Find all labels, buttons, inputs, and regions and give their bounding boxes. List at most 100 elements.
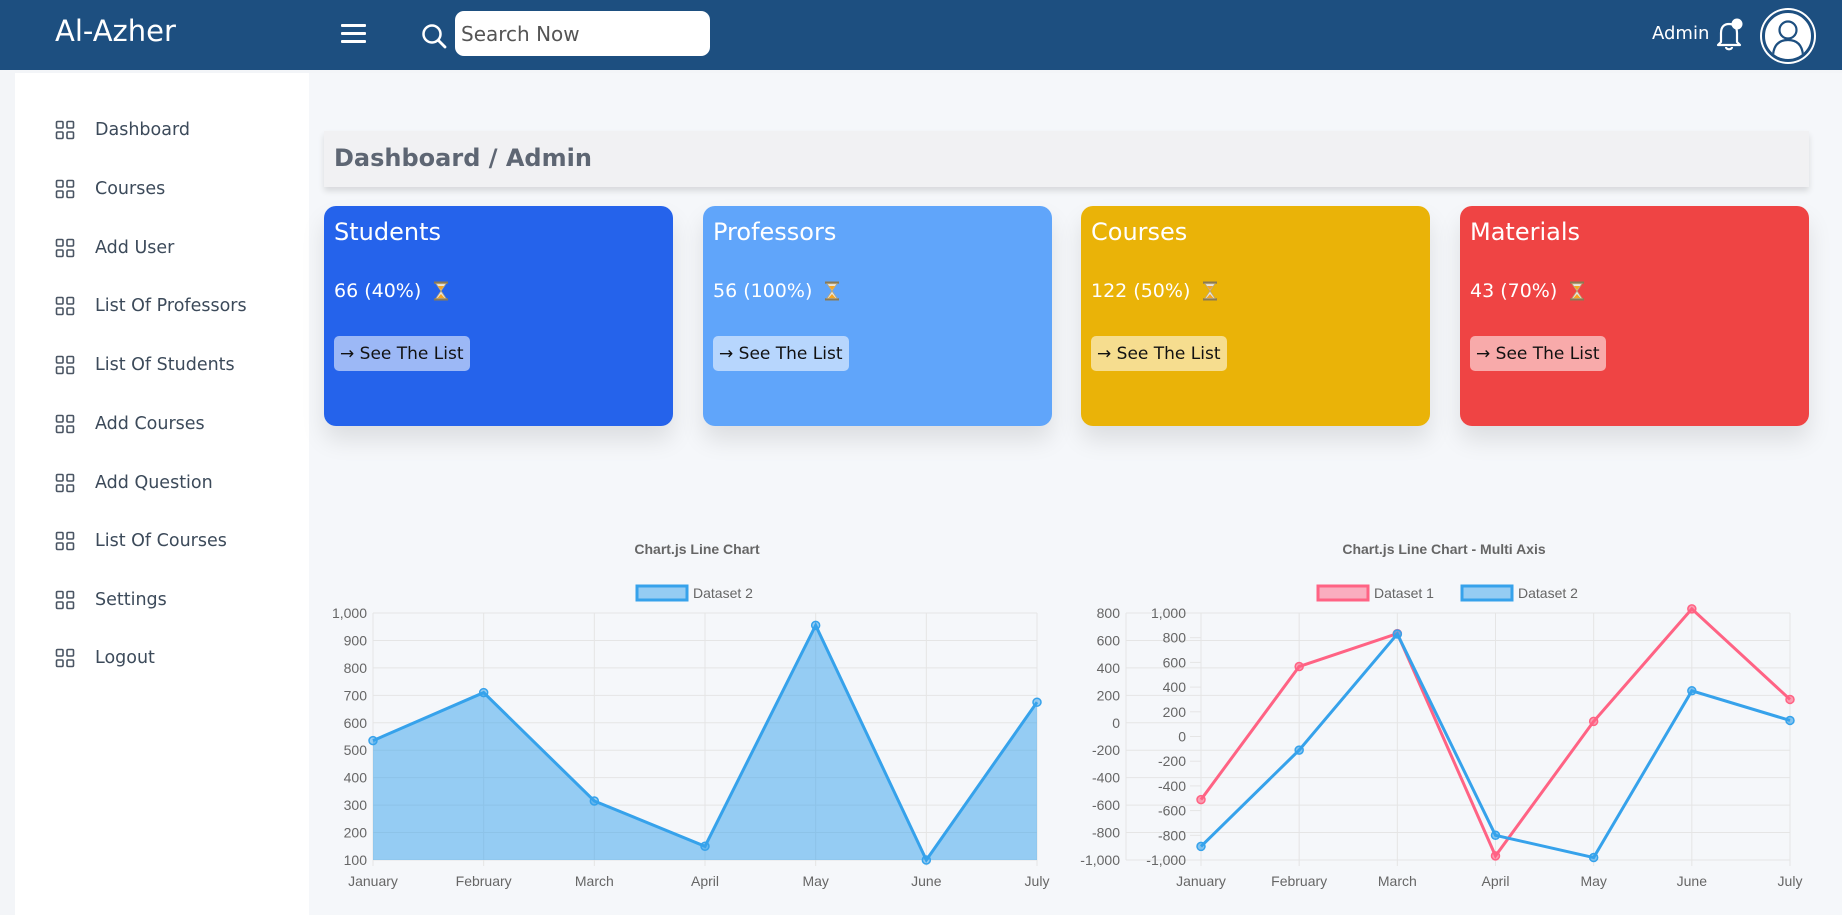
y-right-tick-label: 400 [1163, 679, 1187, 695]
y-tick-label: 1,000 [332, 605, 367, 621]
data-point[interactable] [921, 855, 932, 865]
see-list-button[interactable]: → See The List [1470, 336, 1606, 371]
sidebar-item-label: Logout [95, 648, 155, 668]
page-title: Dashboard / Admin [334, 144, 592, 172]
x-tick-label: July [1025, 873, 1050, 889]
sidebar-item-label: List Of Courses [95, 531, 227, 551]
data-point[interactable] [589, 796, 600, 806]
y-right-tick-label: 0 [1178, 729, 1186, 745]
sidebar-item-label: Courses [95, 179, 166, 199]
chart-title: Chart.js Line Chart - Multi Axis [1342, 541, 1545, 557]
x-tick-label: January [1176, 873, 1226, 889]
sidebar-item-logout[interactable]: Logout [55, 643, 155, 673]
data-point[interactable] [1490, 830, 1501, 841]
brand-logo[interactable]: Al-Azher [55, 14, 176, 48]
sidebar-item-list-of-students[interactable]: List Of Students [55, 350, 235, 380]
grid-icon [55, 355, 75, 375]
sidebar-item-list-of-professors[interactable]: List Of Professors [55, 291, 247, 321]
data-point[interactable] [1588, 852, 1599, 863]
data-point[interactable] [1294, 661, 1304, 672]
legend-label: Dataset 1 [1374, 585, 1434, 601]
data-point[interactable] [1588, 716, 1599, 727]
sidebar-item-add-question[interactable]: Add Question [55, 468, 213, 498]
hourglass-icon [1203, 281, 1218, 301]
card-value: 122 (50%) [1091, 280, 1218, 302]
sidebar-item-dashboard[interactable]: Dashboard [55, 115, 190, 145]
y-right-tick-label: -400 [1158, 778, 1186, 794]
card-value: 66 (40%) [334, 280, 449, 302]
card-value-text: 122 (50%) [1091, 280, 1191, 302]
data-point[interactable] [1490, 851, 1501, 861]
legend-swatch[interactable] [635, 584, 689, 602]
search-icon[interactable] [420, 22, 448, 50]
y-left-tick-label: 800 [1097, 605, 1121, 621]
card-title: Materials [1470, 218, 1581, 246]
sidebar-item-label: List Of Students [95, 355, 235, 375]
sidebar-item-settings[interactable]: Settings [55, 585, 167, 615]
see-list-button[interactable]: → See The List [713, 336, 849, 371]
x-tick-label: April [1481, 873, 1509, 889]
search-input[interactable] [455, 11, 710, 56]
data-point[interactable] [1785, 694, 1795, 705]
sidebar-item-add-user[interactable]: Add User [55, 233, 174, 263]
see-list-button[interactable]: → See The List [1091, 336, 1227, 371]
data-point[interactable] [810, 620, 821, 631]
card-title: Professors [713, 218, 837, 246]
y-right-tick-label: -800 [1158, 827, 1186, 843]
x-tick-label: June [911, 873, 942, 889]
y-tick-label: 300 [344, 797, 368, 813]
data-point[interactable] [1687, 604, 1697, 614]
sidebar-item-label: Add User [95, 238, 175, 258]
x-tick-label: April [691, 873, 719, 889]
legend-label: Dataset 2 [1518, 585, 1578, 601]
grid-icon [55, 179, 75, 199]
data-point[interactable] [700, 841, 710, 852]
data-point[interactable] [1687, 686, 1697, 696]
y-tick-label: 200 [344, 825, 368, 841]
data-point[interactable] [1785, 715, 1795, 726]
card-title: Students [334, 218, 441, 246]
data-point[interactable] [1032, 697, 1042, 707]
card-value: 43 (70%) [1470, 280, 1585, 302]
x-tick-label: January [348, 873, 398, 889]
data-point[interactable] [1196, 841, 1206, 852]
legend-swatch[interactable] [1460, 584, 1514, 602]
x-tick-label: March [575, 873, 614, 889]
sidebar-item-list-of-courses[interactable]: List Of Courses [55, 526, 227, 556]
sidebar-item-courses[interactable]: Courses [55, 174, 165, 204]
x-tick-label: July [1778, 873, 1803, 889]
y-left-tick-label: -600 [1092, 797, 1120, 813]
see-list-button[interactable]: → See The List [334, 336, 470, 371]
sidebar-item-label: Settings [95, 590, 167, 610]
notification-bell-icon[interactable] [1713, 17, 1745, 53]
stat-card-materials: Materials 43 (70%) → See The List [1460, 206, 1809, 426]
data-point[interactable] [1196, 794, 1206, 805]
chart-title: Chart.js Line Chart [634, 541, 760, 557]
y-left-tick-label: 600 [1097, 632, 1121, 648]
hourglass-icon [825, 281, 840, 301]
grid-icon [55, 648, 75, 668]
x-tick-label: June [1677, 873, 1708, 889]
hourglass-icon [1570, 281, 1585, 301]
menu-toggle-icon[interactable] [341, 24, 366, 46]
sidebar-item-add-courses[interactable]: Add Courses [55, 409, 205, 439]
data-point[interactable] [1294, 745, 1304, 755]
data-point[interactable] [478, 687, 489, 698]
legend-swatch[interactable] [1316, 584, 1370, 602]
user-name[interactable]: Admin [1652, 23, 1709, 44]
stat-card-courses: Courses 122 (50%) → See The List [1081, 206, 1430, 426]
legend-label: Dataset 2 [693, 585, 753, 601]
y-tick-label: 500 [344, 742, 368, 758]
y-tick-label: 600 [344, 715, 368, 731]
card-value-text: 43 (70%) [1470, 280, 1558, 302]
stat-card-students: Students 66 (40%) → See The List [324, 206, 673, 426]
data-point[interactable] [1392, 629, 1403, 639]
grid-icon [55, 296, 75, 316]
card-value: 56 (100%) [713, 280, 840, 302]
y-right-tick-label: -600 [1158, 803, 1186, 819]
user-avatar[interactable] [1762, 10, 1814, 62]
data-point[interactable] [368, 735, 378, 746]
grid-icon [55, 473, 75, 493]
y-left-tick-label: 400 [1097, 660, 1121, 676]
y-left-tick-label: -400 [1092, 770, 1120, 786]
